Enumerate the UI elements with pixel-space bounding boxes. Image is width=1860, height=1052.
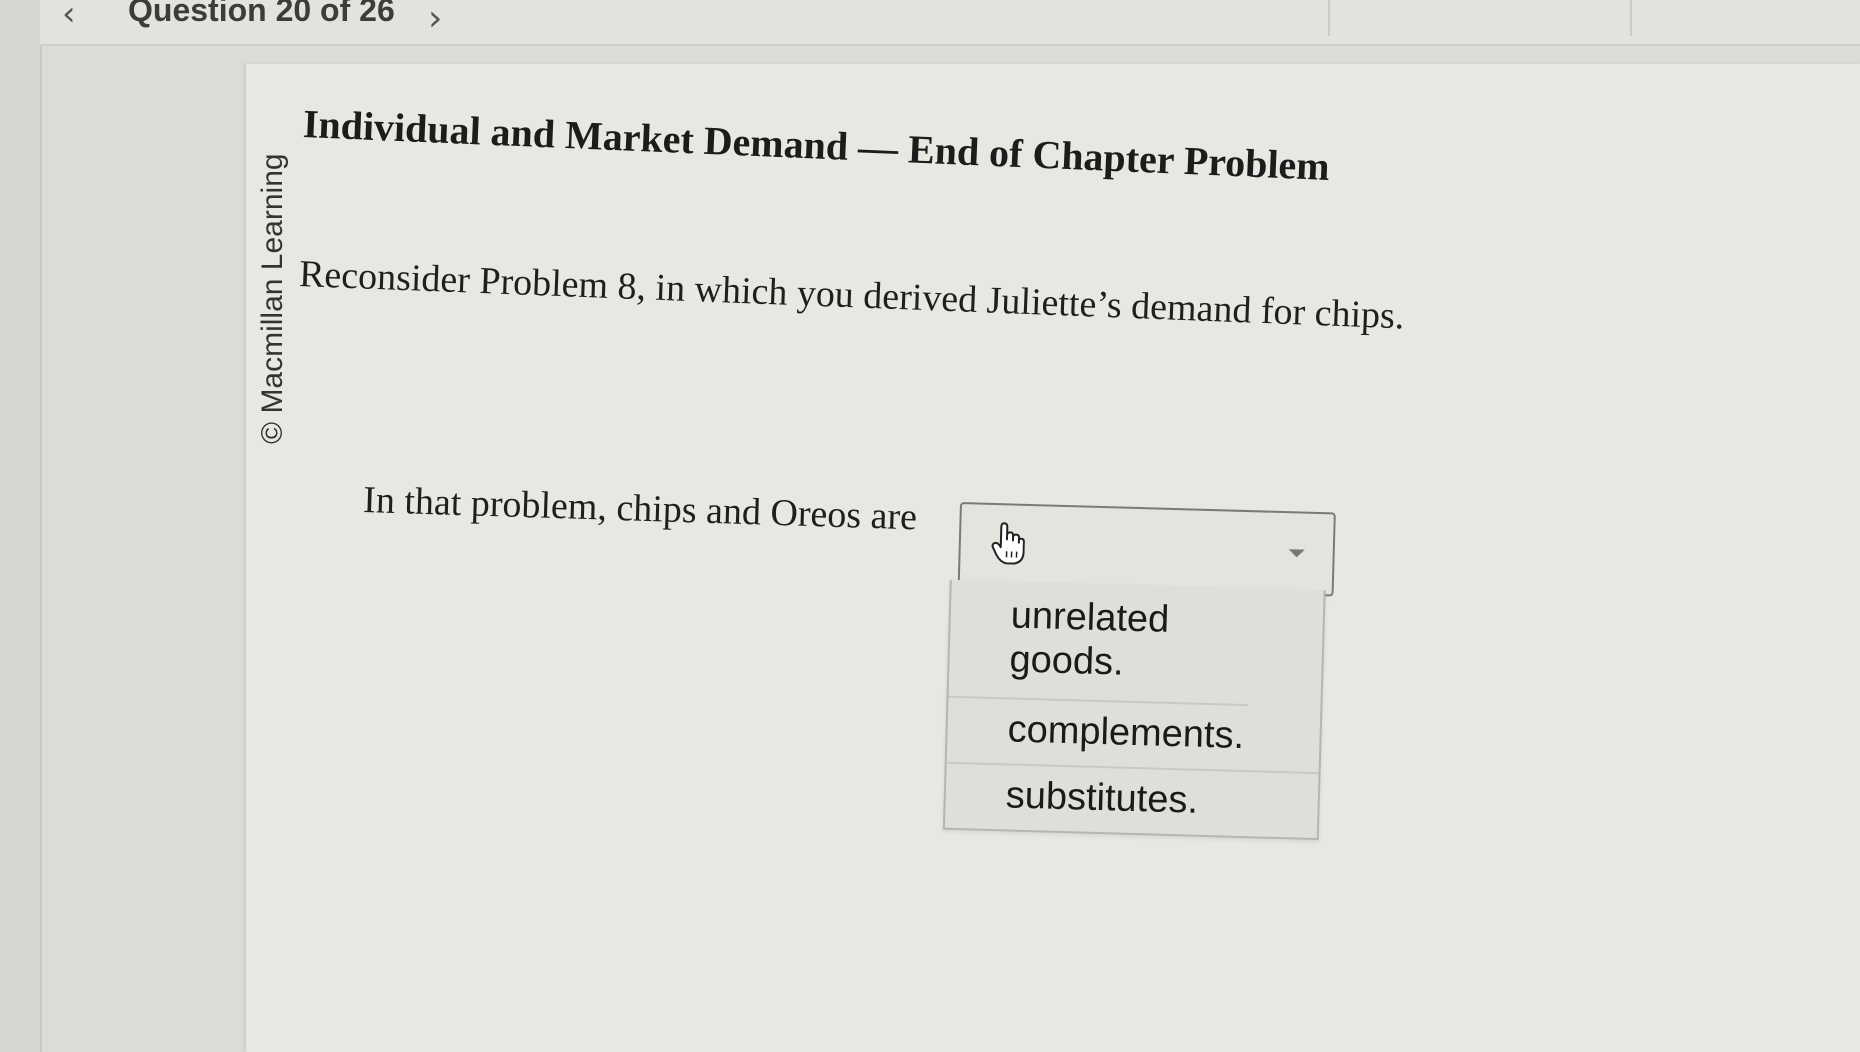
dropdown-option-unrelated[interactable]: unrelated goods.	[948, 579, 1252, 707]
left-gutter	[0, 0, 42, 1052]
chevron-down-icon[interactable]	[1288, 549, 1305, 558]
tab-divider	[1630, 0, 1632, 36]
hand-cursor-icon	[991, 522, 1025, 565]
chevron-right-icon[interactable]: ›	[428, 0, 442, 39]
tab-divider	[1328, 0, 1330, 36]
dropdown-menu: unrelated goods. complements. substitute…	[942, 579, 1326, 841]
answer-dropdown[interactable]: unrelated goods. complements. substitute…	[942, 502, 1336, 841]
dropdown-option-complements[interactable]: complements.	[946, 697, 1321, 775]
question-counter[interactable]: Question 20 of 26	[128, 0, 395, 29]
chevron-left-icon[interactable]: ‹	[62, 0, 76, 34]
copyright-notice: © Macmillan Learning	[256, 153, 289, 444]
dropdown-option-substitutes[interactable]: substitutes.	[945, 764, 1319, 838]
